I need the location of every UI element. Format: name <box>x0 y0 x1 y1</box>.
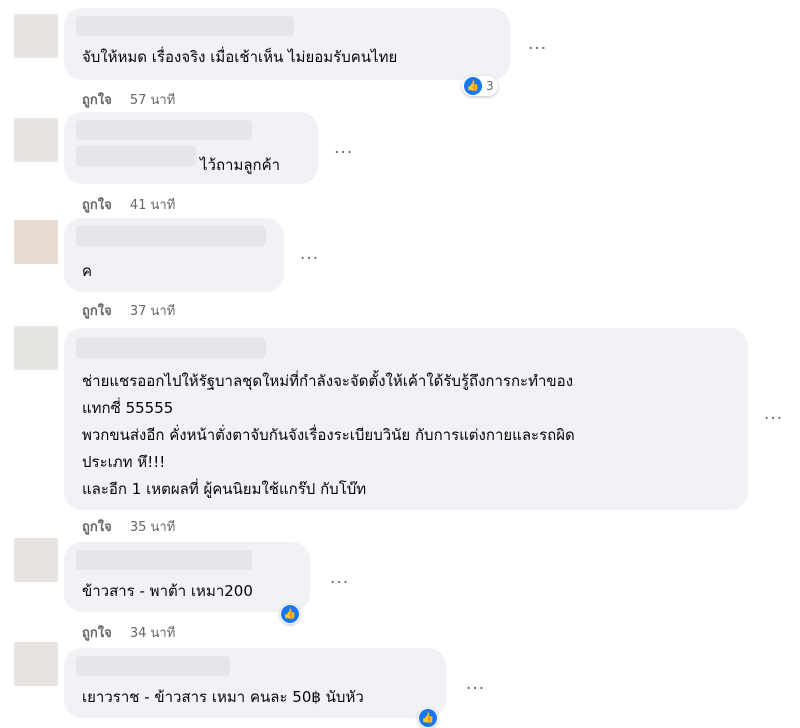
comment-meta: ถูกใจ 37 นาที <box>82 300 175 321</box>
author-name-redacted <box>76 226 266 246</box>
avatar[interactable] <box>14 326 58 370</box>
avatar[interactable] <box>14 118 58 162</box>
reaction-badge[interactable]: 👍 <box>280 604 300 624</box>
like-link[interactable]: ถูกใจ <box>82 304 112 319</box>
comment-bubble: ช่ายแชรออกไปให้รัฐบาลชุดใหม่ที่กำลังจะจั… <box>64 328 748 510</box>
comment-text: ช่ายแชรออกไปให้รัฐบาลชุดใหม่ที่กำลังจะจั… <box>82 372 575 498</box>
comment-bubble: ค <box>64 218 284 292</box>
author-name-redacted <box>76 16 294 36</box>
author-name-redacted <box>76 120 252 140</box>
avatar[interactable] <box>14 538 58 582</box>
comment-text: ไว้ถามลูกค้า <box>200 156 281 174</box>
like-thumb-icon: 👍 <box>281 605 299 623</box>
like-thumb-icon: 👍 <box>464 77 482 95</box>
comment-text: เยาวราช - ข้าวสาร เหมา คนละ 50฿ นับหัว <box>82 688 364 706</box>
more-options-button[interactable]: ··· <box>466 681 485 698</box>
like-link[interactable]: ถูกใจ <box>82 520 112 535</box>
author-name-redacted <box>76 550 252 570</box>
more-options-button[interactable]: ··· <box>330 575 349 592</box>
more-options-button[interactable]: ··· <box>528 41 547 58</box>
avatar[interactable] <box>14 220 58 264</box>
comment-meta: ถูกใจ 35 นาที <box>82 516 175 537</box>
comment-meta: ถูกใจ 34 นาที <box>82 622 175 643</box>
comment-text: ค <box>82 262 93 280</box>
timestamp[interactable]: 37 นาที <box>130 304 175 319</box>
reaction-count: 3 <box>486 79 494 93</box>
timestamp[interactable]: 41 นาที <box>130 198 175 213</box>
comment-text: ข้าวสาร - พาต้า เหมา200 <box>82 582 253 600</box>
timestamp[interactable]: 34 นาที <box>130 626 175 641</box>
avatar[interactable] <box>14 642 58 686</box>
comment-meta: ถูกใจ 57 นาที <box>82 89 175 110</box>
avatar[interactable] <box>14 14 58 58</box>
comment-bubble: เยาวราช - ข้าวสาร เหมา คนละ 50฿ นับหัว <box>64 648 446 718</box>
like-link[interactable]: ถูกใจ <box>82 198 112 213</box>
comment-bubble: ข้าวสาร - พาต้า เหมา200 <box>64 542 310 612</box>
timestamp[interactable]: 35 นาที <box>130 520 175 535</box>
more-options-button[interactable]: ··· <box>764 411 783 428</box>
comment-bubble: ไว้ถามลูกค้า <box>64 112 318 184</box>
more-options-button[interactable]: ··· <box>300 251 319 268</box>
author-name-redacted-2 <box>76 146 196 166</box>
comment-meta: ถูกใจ 41 นาที <box>82 194 175 215</box>
comment-bubble: จับให้หมด เรื่องจริง เมื่อเช้าเห็น ไม่ยอ… <box>64 8 510 80</box>
comment-text: จับให้หมด เรื่องจริง เมื่อเช้าเห็น ไม่ยอ… <box>82 48 398 66</box>
author-name-redacted <box>76 656 230 676</box>
like-thumb-icon: 👍 <box>419 709 437 727</box>
author-name-redacted <box>76 338 266 358</box>
timestamp[interactable]: 57 นาที <box>130 93 175 108</box>
like-link[interactable]: ถูกใจ <box>82 93 112 108</box>
more-options-button[interactable]: ··· <box>334 145 353 162</box>
reaction-badge[interactable]: 👍 <box>418 708 438 728</box>
like-link[interactable]: ถูกใจ <box>82 626 112 641</box>
reaction-badge[interactable]: 👍 3 <box>462 76 498 96</box>
